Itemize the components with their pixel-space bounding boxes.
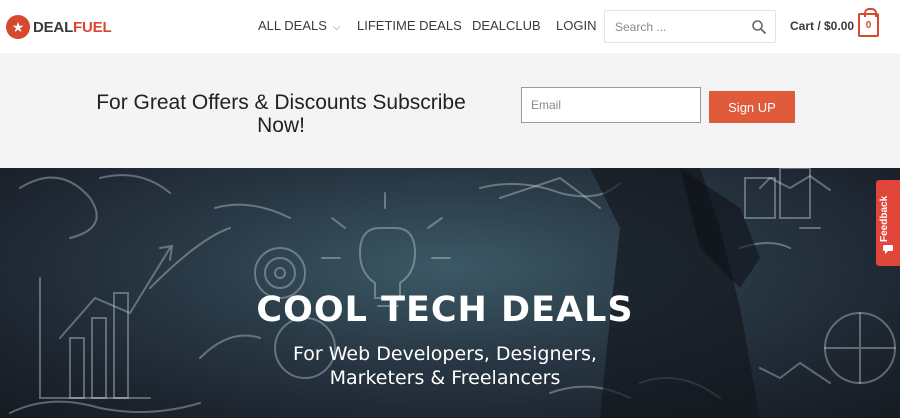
hero-banner: COOL TECH DEALS For Web Developers, Desi… — [0, 168, 900, 418]
hero-subtitle-line: For Web Developers, Designers, — [293, 343, 597, 365]
subscribe-band: For Great Offers & Discounts Subscribe N… — [0, 53, 900, 168]
search-box — [604, 10, 776, 43]
email-field[interactable] — [521, 87, 701, 123]
hero-subtitle: For Web Developers, Designers, Marketers… — [0, 342, 890, 390]
search-icon[interactable] — [751, 19, 767, 35]
nav-login[interactable]: LOGIN — [556, 18, 596, 33]
nav-lifetime-deals[interactable]: LIFETIME DEALS — [357, 18, 462, 33]
subscribe-heading: For Great Offers & Discounts Subscribe N… — [96, 91, 466, 137]
chevron-down-icon: ⌵ — [332, 22, 341, 33]
cart-link[interactable]: Cart / $0.00 — [790, 19, 854, 33]
search-input[interactable] — [615, 20, 745, 34]
site-header: ★ DEALFUEL ALL DEALS ⌵ LIFETIME DEALS DEA… — [0, 0, 900, 53]
feedback-tab[interactable]: Feedback — [876, 180, 900, 266]
logo-text: DEALFUEL — [33, 18, 112, 36]
cart-count: 0 — [865, 20, 872, 31]
signup-button[interactable]: Sign UP — [709, 91, 795, 123]
star-badge-icon: ★ — [6, 15, 30, 39]
nav-all-deals[interactable]: ALL DEALS ⌵ — [258, 18, 341, 33]
shopping-bag-icon[interactable]: 0 — [858, 8, 879, 37]
feedback-label: Feedback — [879, 195, 890, 242]
hero-title: COOL TECH DEALS — [256, 290, 634, 330]
chat-icon — [883, 245, 893, 254]
hero-subtitle-line: Marketers & Freelancers — [329, 367, 561, 389]
nav-dealclub[interactable]: DEALCLUB — [472, 18, 541, 33]
dealfuel-logo[interactable]: ★ DEALFUEL — [6, 13, 112, 41]
